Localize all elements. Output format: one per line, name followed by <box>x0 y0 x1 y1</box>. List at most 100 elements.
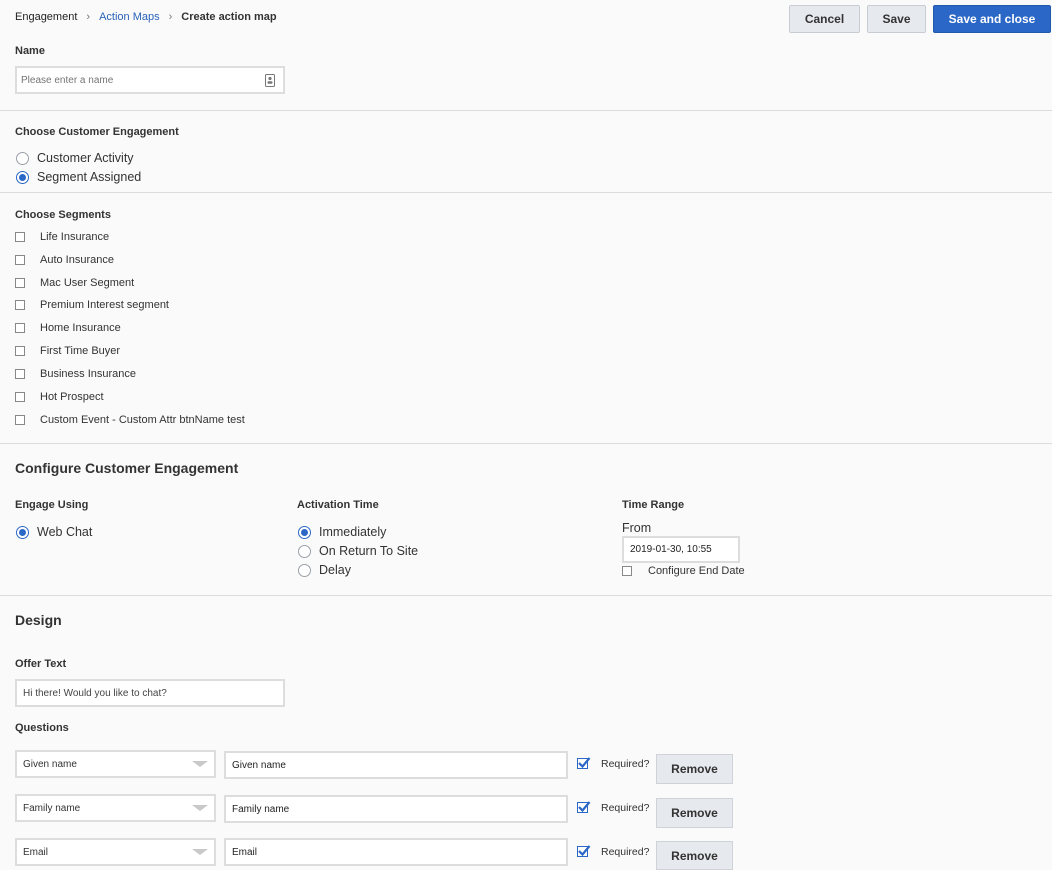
radio-web-chat[interactable]: Web Chat <box>16 525 92 539</box>
required-label: Required? <box>601 802 650 814</box>
activation-time-label: Activation Time <box>297 499 379 511</box>
required-label: Required? <box>601 846 650 858</box>
radio-button-selected[interactable] <box>16 170 29 184</box>
checkmark-icon <box>578 845 591 857</box>
select-value: Family name <box>23 802 81 814</box>
segment-checkbox-row[interactable]: Life Insurance <box>15 231 109 243</box>
checkbox[interactable] <box>15 369 25 379</box>
radio-on-return-to-site[interactable]: On Return To Site <box>298 544 418 558</box>
checkbox[interactable] <box>15 255 25 265</box>
required-label: Required? <box>601 758 650 770</box>
radio-label: Immediately <box>319 525 387 539</box>
chevron-right-icon: › <box>168 11 173 23</box>
segment-checkbox-row[interactable]: Home Insurance <box>15 322 121 334</box>
radio-button[interactable] <box>16 151 29 165</box>
questions-label: Questions <box>15 722 69 734</box>
checkbox[interactable] <box>15 415 25 425</box>
offer-text-label: Offer Text <box>15 658 67 670</box>
question-label-input[interactable]: Given name <box>224 751 568 779</box>
segments-label: Choose Segments <box>15 209 111 221</box>
offer-text-input[interactable]: Hi there! Would you like to chat? <box>15 679 285 707</box>
segment-checkbox-row[interactable]: First Time Buyer <box>15 345 120 357</box>
divider <box>0 443 1052 444</box>
required-checkbox[interactable] <box>577 801 591 813</box>
checkbox[interactable] <box>15 346 25 356</box>
save-button[interactable]: Save <box>867 5 926 33</box>
cancel-button[interactable]: Cancel <box>789 5 860 33</box>
question-label-input[interactable]: Email <box>224 838 568 866</box>
question-type-select[interactable]: Family name <box>15 794 216 822</box>
remove-button[interactable]: Remove <box>656 754 733 784</box>
checkmark-icon <box>578 801 591 813</box>
end-date-label: Configure End Date <box>648 565 745 577</box>
checkbox[interactable] <box>622 566 632 576</box>
checkbox[interactable] <box>15 300 25 310</box>
radio-button[interactable] <box>298 563 311 577</box>
segment-checkbox-row[interactable]: Hot Prospect <box>15 391 104 403</box>
configure-end-date-row[interactable]: Configure End Date <box>622 565 745 577</box>
question-label-input[interactable]: Family name <box>224 795 568 823</box>
time-range-label: Time Range <box>622 499 685 511</box>
radio-button[interactable] <box>298 544 311 558</box>
select-value: Given name <box>23 758 77 770</box>
checkbox[interactable] <box>15 232 25 242</box>
segment-label: Auto Insurance <box>40 254 114 266</box>
question-type-select[interactable]: Email <box>15 838 216 866</box>
checkbox[interactable] <box>15 392 25 402</box>
segment-checkbox-row[interactable]: Premium Interest segment <box>15 299 169 311</box>
chevron-right-icon: › <box>86 11 91 23</box>
segment-checkbox-row[interactable]: Custom Event - Custom Attr btnName test <box>15 414 245 426</box>
checkmark-icon <box>578 757 591 769</box>
radio-immediately[interactable]: Immediately <box>298 525 386 539</box>
radio-button-selected[interactable] <box>16 525 29 539</box>
radio-delay[interactable]: Delay <box>298 563 351 577</box>
question-type-select[interactable]: Given name <box>15 750 216 778</box>
radio-segment-assigned[interactable]: Segment Assigned <box>16 170 141 184</box>
from-label: From <box>622 521 652 535</box>
radio-label: On Return To Site <box>319 544 419 558</box>
name-label: Name <box>15 45 45 57</box>
divider <box>0 110 1052 111</box>
select-value: Email <box>23 846 49 858</box>
breadcrumb-engagement[interactable]: Engagement <box>15 11 77 23</box>
remove-button[interactable]: Remove <box>656 798 733 828</box>
radio-label: Delay <box>319 563 351 577</box>
segment-label: Hot Prospect <box>40 391 104 403</box>
remove-button[interactable]: Remove <box>656 841 733 870</box>
segment-label: Home Insurance <box>40 322 121 334</box>
segment-label: Business Insurance <box>40 368 136 380</box>
segment-label: First Time Buyer <box>40 345 121 357</box>
contact-card-icon <box>265 74 275 87</box>
chevron-down-icon <box>192 805 208 811</box>
checkbox[interactable] <box>15 278 25 288</box>
breadcrumb-action-maps[interactable]: Action Maps <box>99 11 160 23</box>
segment-label: Life Insurance <box>40 231 110 243</box>
chevron-down-icon <box>192 761 208 767</box>
segment-label: Custom Event - Custom Attr btnName test <box>40 414 245 426</box>
name-field-wrapper <box>15 66 285 94</box>
checkbox[interactable] <box>15 323 25 333</box>
breadcrumb: Engagement › Action Maps › Create action… <box>15 11 277 23</box>
segment-checkbox-row[interactable]: Mac User Segment <box>15 277 134 289</box>
radio-label: Segment Assigned <box>37 170 142 184</box>
segment-label: Mac User Segment <box>40 277 135 289</box>
from-date-input[interactable]: 2019-01-30, 10:55 <box>622 536 740 563</box>
required-checkbox[interactable] <box>577 757 591 769</box>
divider <box>0 192 1052 193</box>
segment-label: Premium Interest segment <box>40 299 169 311</box>
radio-button-selected[interactable] <box>298 525 311 539</box>
save-and-close-button[interactable]: Save and close <box>933 5 1051 33</box>
segment-checkbox-row[interactable]: Business Insurance <box>15 368 136 380</box>
breadcrumb-current: Create action map <box>181 11 277 23</box>
name-input[interactable] <box>17 69 257 91</box>
configure-title: Configure Customer Engagement <box>15 460 239 476</box>
segment-checkbox-row[interactable]: Auto Insurance <box>15 254 114 266</box>
divider <box>0 595 1052 596</box>
radio-customer-activity[interactable]: Customer Activity <box>16 151 134 165</box>
engagement-choice-label: Choose Customer Engagement <box>15 126 179 138</box>
engage-using-label: Engage Using <box>15 499 89 511</box>
design-title: Design <box>15 612 62 628</box>
chevron-down-icon <box>192 849 208 855</box>
required-checkbox[interactable] <box>577 845 591 857</box>
radio-label: Customer Activity <box>37 151 134 165</box>
